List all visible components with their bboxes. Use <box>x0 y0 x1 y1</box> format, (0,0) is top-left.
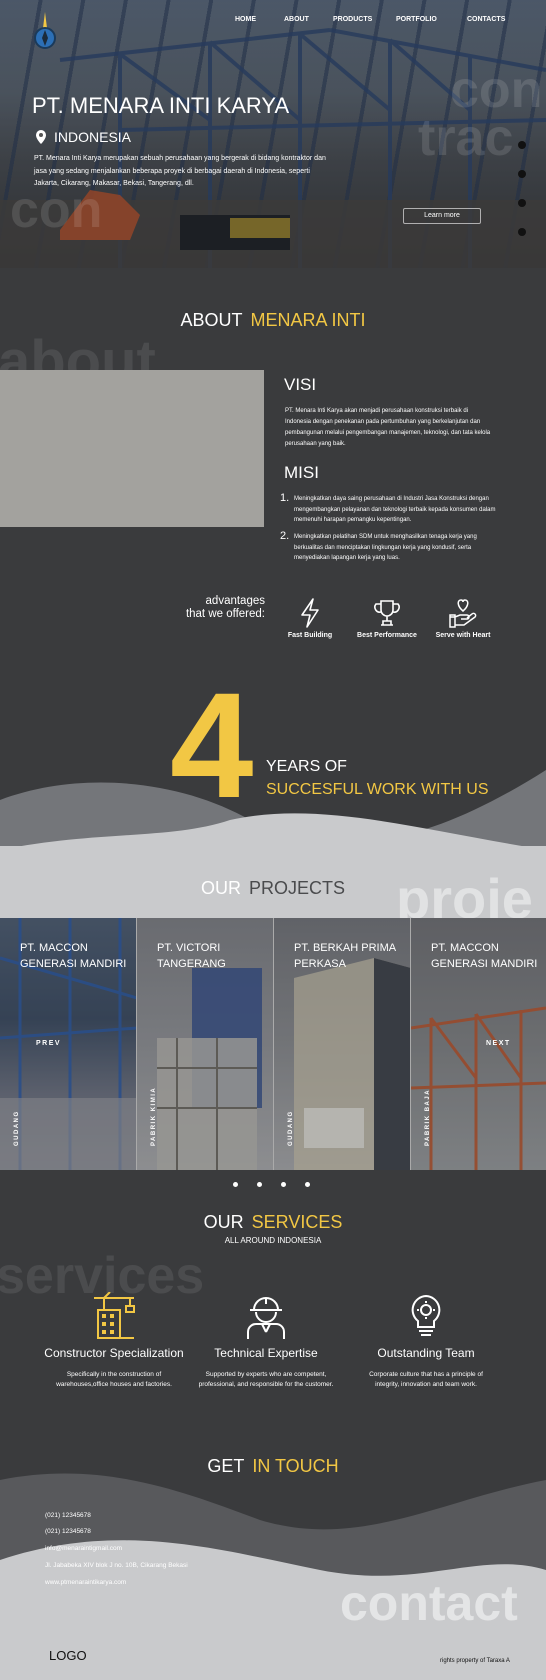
visi-text: PT. Menara Inti Karya akan menjadi perus… <box>285 408 491 447</box>
contact-website[interactable]: www.ptmenaraintikarya.com <box>45 1579 126 1586</box>
project-title: PT. BERKAH PRIMA PERKASA <box>294 942 396 970</box>
about-heading-white: ABOUT <box>180 310 243 330</box>
contact-heading: GET IN TOUCH <box>0 1456 546 1477</box>
misi-item: Meningkatkan daya saing perusahaan di In… <box>294 496 496 523</box>
services-subtitle: ALL AROUND INDONESIA <box>224 1236 322 1245</box>
misi-title: MISI <box>284 463 319 482</box>
hero-location-text: INDONESIA <box>54 129 132 145</box>
service-team: Outstanding Team Corporate culture that … <box>346 1290 506 1390</box>
contact-phone[interactable]: (021) 12345678 <box>45 1528 91 1535</box>
nav-about[interactable]: ABOUT <box>284 16 309 23</box>
project-card[interactable]: PT. BERKAH PRIMA PERKASA GUDANG <box>274 918 411 1170</box>
heart-hand-icon <box>449 599 477 628</box>
years-line-2: SUCCESFUL WORK WITH US <box>266 781 489 798</box>
next-button[interactable]: NEXT <box>486 1040 511 1047</box>
contact-heading-white: GET <box>207 1456 245 1476</box>
project-card[interactable]: PT. VICTORI TANGERANG PABRIK KIMIA <box>137 918 274 1170</box>
advantage-fast-building: Fast Building <box>270 594 350 639</box>
nav-products[interactable]: PRODUCTS <box>333 16 372 23</box>
nav-portfolio[interactable]: PORTFOLIO <box>396 16 437 23</box>
about-heading-yellow: MENARA INTI <box>250 310 366 330</box>
advantage-best-performance: Best Performance <box>347 594 427 639</box>
map-pin-icon <box>36 130 46 144</box>
service-title: Constructor Specialization <box>44 1346 184 1360</box>
service-technical: Technical Expertise Supported by experts… <box>186 1290 346 1390</box>
misi-number: 1. <box>280 492 290 504</box>
project-title: PT. MACCON GENERASI MANDIRI <box>431 942 538 970</box>
footer-rights: rights property of Taraxa A <box>440 1658 510 1664</box>
misi-item: Meningkatkan pelatihan SDM untuk menghas… <box>294 534 477 561</box>
service-title: Outstanding Team <box>377 1346 475 1360</box>
services-heading-yellow: SERVICES <box>251 1212 343 1232</box>
lightning-icon <box>301 598 319 628</box>
project-title: PT. VICTORI TANGERANG <box>157 942 226 970</box>
project-category: GUDANG <box>14 1110 20 1146</box>
project-category: PABRIK KIMIA <box>151 1086 157 1146</box>
service-text: Corporate culture that has a principle o… <box>369 1371 483 1388</box>
trophy-icon <box>374 600 400 626</box>
nav-home[interactable]: HOME <box>235 16 256 23</box>
building-crane-icon <box>94 1292 135 1339</box>
service-text: Supported by experts who are competent, … <box>198 1371 334 1388</box>
advantages-line-2: that we offered: <box>185 608 265 620</box>
advantages-heading: advantages that we offered: <box>150 595 265 621</box>
carousel-dot[interactable] <box>305 1182 310 1187</box>
service-title: Technical Expertise <box>214 1346 318 1360</box>
advantage-label: Serve with Heart <box>435 632 491 639</box>
projects-heading-gray: PROJECTS <box>248 878 345 898</box>
slider-dot[interactable] <box>518 228 526 236</box>
service-constructor: Constructor Specialization Specifically … <box>34 1290 194 1390</box>
prev-button[interactable]: PREV <box>36 1040 61 1047</box>
about-image <box>0 370 264 527</box>
learn-more-button[interactable]: Learn more <box>403 208 481 224</box>
contact-address: Jl. Jababeka XIV blok J no. 10B, Cikaran… <box>45 1562 188 1569</box>
slider-dot[interactable] <box>518 199 526 207</box>
projects-heading: OUR PROJECTS <box>0 878 546 899</box>
hero-section: con trac con HOME ABOUT PRODUCTS PORTFOL… <box>0 0 546 268</box>
project-card[interactable]: PT. MACCON GENERASI MANDIRI NEXT PABRIK … <box>411 918 546 1170</box>
project-title: PT. MACCON GENERASI MANDIRI <box>20 942 127 970</box>
company-logo[interactable] <box>34 10 56 57</box>
slider-dot[interactable] <box>518 141 526 149</box>
carousel-dot[interactable] <box>233 1182 238 1187</box>
about-section: about ABOUT MENARA INTI VISI PT. Menara I… <box>0 268 546 768</box>
logo-icon <box>34 12 56 49</box>
contact-heading-yellow: IN TOUCH <box>252 1456 339 1476</box>
advantage-serve-with-heart: Serve with Heart <box>423 594 503 639</box>
lightbulb-gear-icon <box>411 1294 441 1336</box>
carousel-dot[interactable] <box>281 1182 286 1187</box>
advantage-label: Fast Building <box>287 632 333 639</box>
slider-dot[interactable] <box>518 170 526 178</box>
hero-title: PT. MENARA INTI KARYA <box>32 93 290 118</box>
projects-heading-white: OUR <box>200 878 241 898</box>
worker-helmet-icon <box>247 1297 285 1339</box>
contact-phone[interactable]: (021) 12345678 <box>45 1512 91 1519</box>
hero-location: INDONESIA <box>36 129 131 145</box>
footer-logo[interactable]: LOGO <box>49 1648 87 1663</box>
hero-description: PT. Menara Inti Karya merupakan sebuah p… <box>34 155 326 187</box>
advantage-label: Best Performance <box>357 632 417 639</box>
misi-number: 2. <box>280 530 290 542</box>
project-category: PABRIK BAJA <box>425 1088 431 1146</box>
project-card[interactable]: PT. MACCON GENERASI MANDIRI PREV GUDANG <box>0 918 137 1170</box>
services-heading-white: OUR <box>203 1212 244 1232</box>
advantages-line-1: advantages <box>205 595 265 607</box>
services-heading: OUR SERVICES <box>0 1212 546 1233</box>
hero-ghost-text: trac <box>418 109 514 167</box>
contact-ghost-text: contact <box>340 1575 518 1631</box>
years-line-1: YEARS OF <box>266 758 347 775</box>
about-heading: ABOUT MENARA INTI <box>0 310 546 331</box>
project-category: GUDANG <box>288 1110 294 1146</box>
nav-contacts[interactable]: CONTACTS <box>467 16 505 23</box>
visi-title: VISI <box>284 375 317 394</box>
contact-email[interactable]: info@menaraintigmail.com <box>45 1545 122 1552</box>
carousel-dot[interactable] <box>257 1182 262 1187</box>
service-text: Specifically in the construction of ware… <box>56 1371 172 1388</box>
